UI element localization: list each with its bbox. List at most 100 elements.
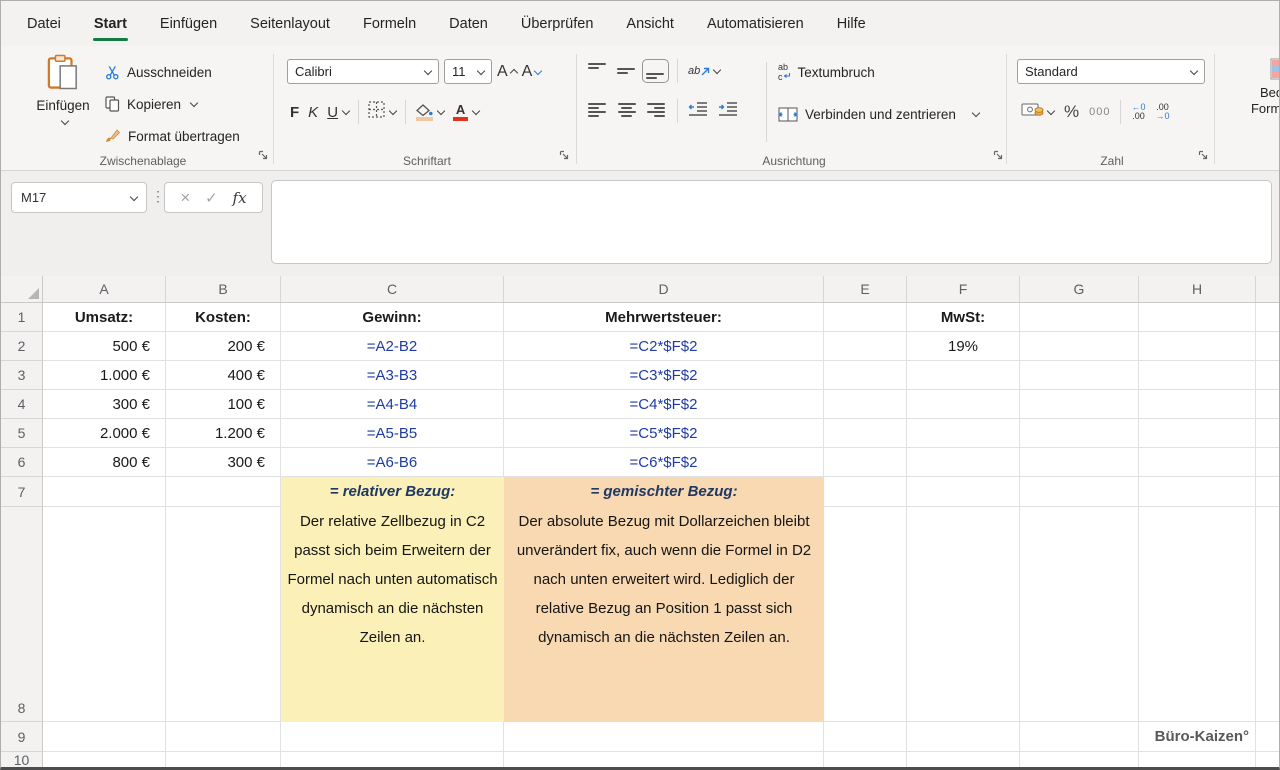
chevron-down-icon[interactable] (437, 107, 445, 115)
cell-A10[interactable] (43, 752, 166, 767)
cell-H2[interactable] (1139, 332, 1256, 361)
cell-F8[interactable] (907, 507, 1020, 722)
cell-D5[interactable]: =C5*$F$2 (504, 419, 824, 448)
cell-D3[interactable]: =C3*$F$2 (504, 361, 824, 390)
percent-style-button[interactable]: % (1064, 102, 1079, 122)
name-box[interactable]: M17 (11, 182, 147, 213)
column-header-d[interactable]: D (504, 276, 824, 302)
note-relative-reference[interactable]: = relativer Bezug: Der relative Zellbezu… (281, 477, 504, 722)
bold-button[interactable]: F (290, 104, 299, 121)
menu-tab-automatisieren[interactable]: Automatisieren (707, 16, 804, 32)
cell-E2[interactable] (824, 332, 907, 361)
cell-x7[interactable] (1256, 477, 1279, 507)
cell-x3[interactable] (1256, 361, 1279, 390)
column-header-a[interactable]: A (43, 276, 166, 302)
row-header-7[interactable]: 7 (1, 477, 43, 507)
cell-H8[interactable] (1139, 507, 1256, 722)
cell-x5[interactable] (1256, 419, 1279, 448)
font-color-button[interactable]: A (453, 104, 468, 121)
cell-x8[interactable] (1256, 507, 1279, 722)
align-left-button[interactable] (588, 103, 607, 119)
cell-D2[interactable]: =C2*$F$2 (504, 332, 824, 361)
cell-G10[interactable] (1020, 752, 1139, 767)
dialog-launcher-icon[interactable] (993, 147, 1003, 165)
cell-G3[interactable] (1020, 361, 1139, 390)
formula-bar-input[interactable] (271, 180, 1272, 264)
cell-A1[interactable]: Umsatz: (43, 303, 166, 332)
cell-B3[interactable]: 400 € (166, 361, 281, 390)
cell-F5[interactable] (907, 419, 1020, 448)
note-mixed-reference[interactable]: = gemischter Bezug: Der absolute Bezug m… (504, 477, 824, 722)
cell-B4[interactable]: 100 € (166, 390, 281, 419)
format-painter-button[interactable]: Format übertragen (105, 120, 240, 152)
cell-F1[interactable]: MwSt: (907, 303, 1020, 332)
cell-E9[interactable] (824, 722, 907, 752)
cell-H5[interactable] (1139, 419, 1256, 448)
merge-center-button[interactable]: Verbinden und zentrieren (778, 98, 979, 130)
wrap-text-button[interactable]: ab c Textumbruch (778, 56, 979, 88)
column-header-g[interactable]: G (1020, 276, 1139, 302)
cell-B8[interactable] (166, 507, 281, 722)
cell-H9[interactable]: Büro-Kaizen° (1139, 722, 1256, 752)
cell-H6[interactable] (1139, 448, 1256, 477)
cell-F2[interactable]: 19% (907, 332, 1020, 361)
cell-F6[interactable] (907, 448, 1020, 477)
row-header-1[interactable]: 1 (1, 303, 43, 332)
cell-D1[interactable]: Mehrwertsteuer: (504, 303, 824, 332)
decrease-font-button[interactable]: A (522, 63, 542, 81)
column-header-partial[interactable] (1256, 276, 1279, 302)
chevron-down-icon[interactable] (1047, 107, 1055, 115)
decrease-decimal-button[interactable]: .00→0 (1156, 103, 1170, 122)
cell-G7[interactable] (1020, 477, 1139, 507)
cell-H1[interactable] (1139, 303, 1256, 332)
cell-G4[interactable] (1020, 390, 1139, 419)
cell-A6[interactable]: 800 € (43, 448, 166, 477)
cell-B2[interactable]: 200 € (166, 332, 281, 361)
fill-color-button[interactable] (415, 104, 433, 121)
align-top-button[interactable] (588, 63, 607, 79)
cell-B1[interactable]: Kosten: (166, 303, 281, 332)
cell-F4[interactable] (907, 390, 1020, 419)
row-header-10[interactable]: 10 (1, 752, 43, 767)
align-bottom-button[interactable] (646, 63, 665, 79)
cell-F3[interactable] (907, 361, 1020, 390)
column-header-f[interactable]: F (907, 276, 1020, 302)
cell-H3[interactable] (1139, 361, 1256, 390)
cell-C5[interactable]: =A5-B5 (281, 419, 504, 448)
cell-C6[interactable]: =A6-B6 (281, 448, 504, 477)
cell-x10[interactable] (1256, 752, 1279, 767)
cell-A8[interactable] (43, 507, 166, 722)
cell-E3[interactable] (824, 361, 907, 390)
dialog-launcher-icon[interactable] (1198, 147, 1208, 165)
number-format-select[interactable]: Standard (1017, 59, 1205, 84)
cell-x4[interactable] (1256, 390, 1279, 419)
cell-G5[interactable] (1020, 419, 1139, 448)
cell-B6[interactable]: 300 € (166, 448, 281, 477)
cell-G2[interactable] (1020, 332, 1139, 361)
cell-G9[interactable] (1020, 722, 1139, 752)
cell-B9[interactable] (166, 722, 281, 752)
cell-H10[interactable] (1139, 752, 1256, 767)
cell-G1[interactable] (1020, 303, 1139, 332)
cell-D10[interactable] (504, 752, 824, 767)
cell-D9[interactable] (504, 722, 824, 752)
increase-decimal-button[interactable]: ←0.00 (1131, 103, 1145, 122)
dialog-launcher-icon[interactable] (559, 147, 569, 165)
cell-D4[interactable]: =C4*$F$2 (504, 390, 824, 419)
column-header-c[interactable]: C (281, 276, 504, 302)
comma-style-button[interactable]: 000 (1089, 106, 1110, 118)
select-all-corner[interactable] (1, 276, 43, 302)
cell-A5[interactable]: 2.000 € (43, 419, 166, 448)
cell-C3[interactable]: =A3-B3 (281, 361, 504, 390)
cell-x1[interactable] (1256, 303, 1279, 332)
menu-tab-daten[interactable]: Daten (449, 16, 488, 32)
accounting-format-button[interactable] (1021, 102, 1044, 123)
align-right-button[interactable] (646, 103, 665, 119)
increase-font-button[interactable]: A (497, 63, 517, 81)
cell-H4[interactable] (1139, 390, 1256, 419)
font-name-select[interactable]: Calibri (287, 59, 439, 84)
cell-A2[interactable]: 500 € (43, 332, 166, 361)
conditional-formatting-button[interactable] (1244, 67, 1280, 84)
menu-tab--berpr-fen[interactable]: Überprüfen (521, 16, 594, 32)
cell-C9[interactable] (281, 722, 504, 752)
